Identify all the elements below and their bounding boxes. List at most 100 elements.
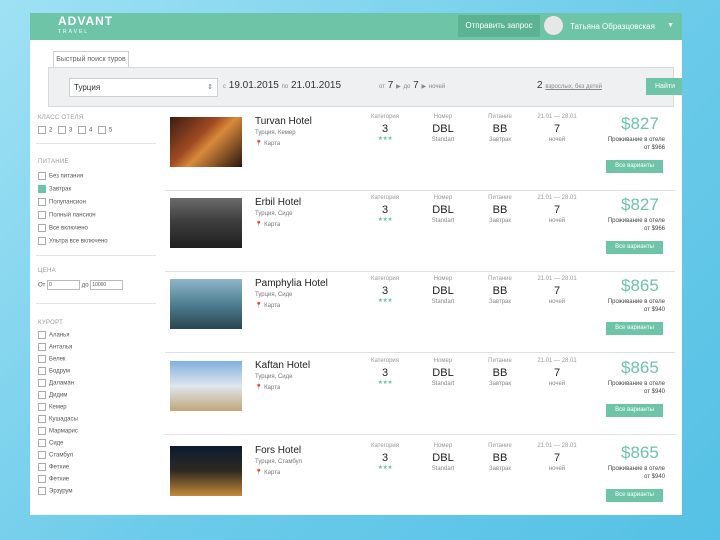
meal-option[interactable]: Без питания	[38, 172, 83, 181]
class-checkbox[interactable]	[98, 126, 107, 134]
checkbox[interactable]	[38, 463, 46, 471]
meal-option[interactable]: Завтрак	[38, 185, 71, 194]
all-variants-button[interactable]: Все варианты	[606, 489, 663, 502]
hotel-photo[interactable]	[170, 198, 242, 248]
room-sub: Standart	[431, 137, 455, 143]
hotel-photo[interactable]	[170, 361, 242, 411]
resort-option[interactable]: Кушадасы	[38, 415, 78, 424]
resort-option[interactable]: Бодрум	[38, 367, 70, 376]
checkbox[interactable]	[38, 172, 46, 180]
guests-selector[interactable]: 2 взрослых, без детей	[537, 80, 602, 91]
chevron-right-icon[interactable]: ▶	[421, 84, 426, 90]
category-col: Категория 3 ★★★	[360, 276, 410, 304]
meal-option[interactable]: Ультра все включено	[38, 237, 108, 246]
class-checkbox[interactable]	[78, 126, 87, 134]
all-variants-button[interactable]: Все варианты	[606, 160, 663, 173]
hotel-card: Fors Hotel Турция, Стамбул 📍 Карта Категори…	[165, 441, 675, 515]
category-col: Категория 3 ★★★	[360, 195, 410, 223]
map-link[interactable]: 📍 Карта	[255, 384, 280, 391]
checkbox[interactable]	[38, 355, 46, 363]
resort-option[interactable]: Фетхие	[38, 463, 69, 472]
resort-option[interactable]: Эрзурум	[38, 487, 73, 496]
map-link[interactable]: 📍 Карта	[255, 469, 280, 476]
star-icons: ★★★	[377, 380, 393, 386]
checkbox[interactable]	[38, 185, 46, 193]
checkbox[interactable]	[38, 427, 46, 435]
hotel-photo[interactable]	[170, 446, 242, 496]
price: $865	[621, 443, 659, 462]
checkbox[interactable]	[38, 379, 46, 387]
checkbox[interactable]	[38, 403, 46, 411]
checkbox[interactable]	[38, 343, 46, 351]
hotel-name[interactable]: Pamphylia Hotel	[255, 278, 328, 289]
checkbox[interactable]	[38, 415, 46, 423]
resort-option[interactable]: Аланья	[38, 331, 70, 340]
nights-col: 21.01 — 28.01 7 ночей	[532, 195, 582, 224]
hotel-name[interactable]: Kaftan Hotel	[255, 360, 310, 371]
map-pin-icon: 📍	[255, 470, 263, 476]
map-link[interactable]: 📍 Карта	[255, 140, 280, 147]
meal-col: Питание BB Завтрак	[475, 443, 525, 472]
checkbox[interactable]	[38, 224, 46, 232]
user-menu[interactable]: Татьяна Образцовская ▼	[540, 13, 682, 40]
destination-select[interactable]: Турция ⇕	[69, 78, 218, 97]
room-label: Номер	[433, 358, 453, 364]
checkbox[interactable]	[38, 198, 46, 206]
meal-option[interactable]: Все включено	[38, 224, 88, 233]
all-variants-button[interactable]: Все варианты	[606, 241, 663, 254]
checkbox[interactable]	[38, 475, 46, 483]
resort-option[interactable]: Кемер	[38, 403, 67, 412]
room-label: Номер	[433, 195, 453, 201]
hotel-photo[interactable]	[170, 279, 242, 329]
resort-option[interactable]: Белек	[38, 355, 66, 364]
price-to-input[interactable]: 10000	[90, 280, 124, 290]
checkbox[interactable]	[38, 391, 46, 399]
logo-text: ADVANT	[58, 14, 114, 28]
app-window: ADVANT TRAVEL Отправить запрос Татьяна О…	[30, 13, 682, 515]
price: $827	[621, 114, 659, 133]
checkbox[interactable]	[38, 331, 46, 339]
resort-option[interactable]: Дидим	[38, 391, 67, 400]
map-link[interactable]: 📍 Карта	[255, 302, 280, 309]
room-sub: Standart	[431, 218, 455, 224]
hotel-name[interactable]: Erbil Hotel	[255, 197, 301, 208]
price-from-input[interactable]: 0	[47, 280, 81, 290]
category-value: 3	[381, 367, 389, 379]
checkbox[interactable]	[38, 439, 46, 447]
send-request-button[interactable]: Отправить запрос	[458, 15, 540, 37]
resort-label: Бодрум	[49, 368, 70, 375]
find-button[interactable]: Найти	[646, 78, 682, 95]
meal-option[interactable]: Полный пансион	[38, 211, 96, 220]
chevron-right-icon[interactable]: ▶	[396, 84, 401, 90]
resort-option[interactable]: Мармарис	[38, 427, 78, 436]
nights-col: 21.01 — 28.01 7 ночей	[532, 276, 582, 305]
resort-option[interactable]: Сиде	[38, 439, 64, 448]
meal-option[interactable]: Полупансион	[38, 198, 86, 207]
map-pin-icon: 📍	[255, 385, 263, 391]
class-checkbox[interactable]	[58, 126, 67, 134]
class-checkbox[interactable]	[38, 126, 46, 134]
hotel-name[interactable]: Turvan Hotel	[255, 116, 312, 127]
logo[interactable]: ADVANT TRAVEL	[58, 14, 114, 38]
nights-range[interactable]: от 7 ▶ до 7 ▶ ночей	[379, 80, 445, 91]
room-label: Номер	[433, 443, 453, 449]
all-variants-button[interactable]: Все варианты	[606, 404, 663, 417]
resort-option[interactable]: Фетхие	[38, 475, 69, 484]
date-range[interactable]: с 19.01.2015 по 21.01.2015	[223, 80, 341, 91]
checkbox[interactable]	[38, 367, 46, 375]
resort-option[interactable]: Даламан	[38, 379, 74, 388]
dates-label: 21.01 — 28.01	[537, 114, 577, 120]
resort-option[interactable]: Анталья	[38, 343, 72, 352]
checkbox[interactable]	[38, 237, 46, 245]
map-link[interactable]: 📍 Карта	[255, 221, 280, 228]
checkbox[interactable]	[38, 211, 46, 219]
meal-col: Питание BB Завтрак	[475, 276, 525, 305]
tab-quick-search[interactable]: Быстрый поиск туров	[53, 51, 129, 67]
meal-value: BB	[492, 367, 508, 379]
all-variants-button[interactable]: Все варианты	[606, 322, 663, 335]
checkbox[interactable]	[38, 451, 46, 459]
hotel-name[interactable]: Fors Hotel	[255, 445, 301, 456]
checkbox[interactable]	[38, 487, 46, 495]
hotel-photo[interactable]	[170, 117, 242, 167]
resort-option[interactable]: Стамбул	[38, 451, 73, 460]
